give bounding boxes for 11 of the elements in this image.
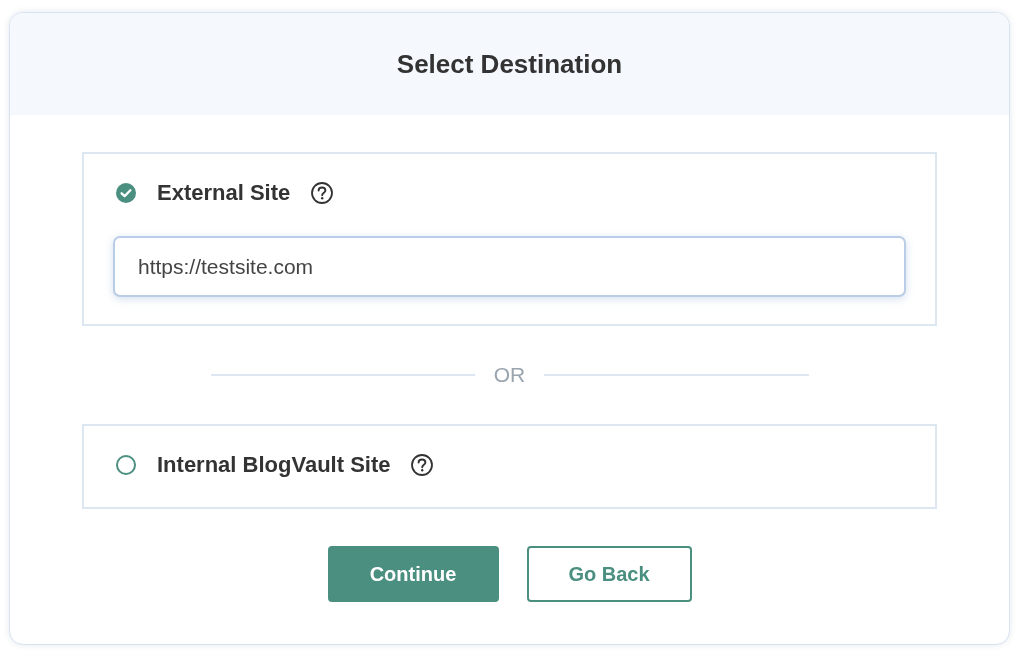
- help-icon[interactable]: [311, 182, 334, 204]
- dialog-title: Select Destination: [396, 48, 623, 80]
- option-label: External Site: [157, 180, 291, 206]
- option-label: Internal BlogVault Site: [157, 452, 391, 478]
- radio-checked-icon[interactable]: [116, 183, 136, 203]
- help-icon[interactable]: [411, 454, 434, 476]
- back-button[interactable]: Go Back: [526, 546, 692, 602]
- url-input-field[interactable]: https://testsite.com: [113, 236, 906, 297]
- divider-label: OR: [493, 363, 526, 387]
- continue-button[interactable]: Continue: [327, 546, 499, 602]
- radio-empty-icon[interactable]: [116, 455, 136, 475]
